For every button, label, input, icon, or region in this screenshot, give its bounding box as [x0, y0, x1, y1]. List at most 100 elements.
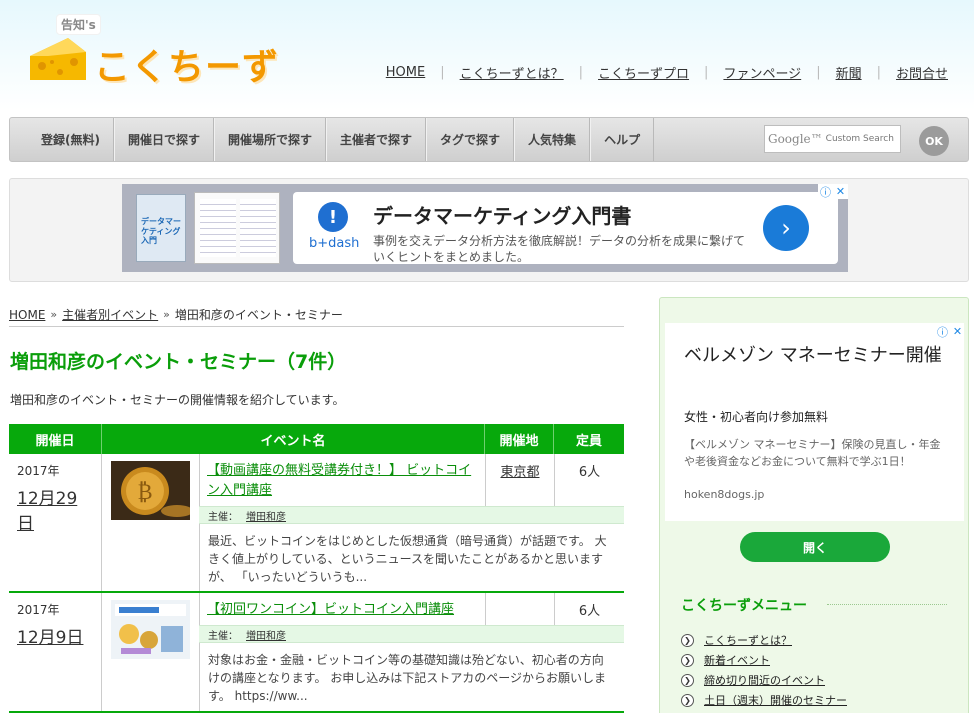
ad-choices[interactable]: ⓘ ✕ — [935, 324, 965, 339]
top-ad-card: ! b+dash データマーケティング入門書 事例を交えデータ分析方法を徹底解説… — [293, 192, 838, 264]
event-year: 2017年 — [17, 464, 60, 478]
event-day-link[interactable]: 12月9日 — [17, 623, 93, 648]
chevron-right-icon[interactable]: › — [763, 205, 809, 251]
sidebar-menu-item[interactable]: ❯ こくちーずとは？ — [681, 630, 847, 650]
event-title-link[interactable]: 【初回ワンコイン】ビットコイン入門講座 — [207, 600, 477, 620]
sidebar-ad-text: 【ベルメゾン マネーセミナー】保険の見直し・年金や老後資金などお金について無料で… — [684, 438, 941, 469]
book-cover-image: データマーケティング入門 — [136, 194, 186, 262]
event-main: ₿ 【動画講座の無料受講券付き！】 ビットコイン入門講座 東京都 6人 主催： … — [102, 454, 624, 591]
event-description: 最近、ビットコインをはじめとした仮想通貨（暗号通貨）が話題です。 大きく値上がり… — [208, 534, 607, 584]
ad-choices[interactable]: ⓘ ✕ — [818, 184, 848, 199]
logo-tagline: 告知's — [56, 14, 101, 35]
organizer-link[interactable]: 増田和彦 — [246, 508, 286, 523]
bitcoin-thumbnail-image[interactable]: ₿ — [111, 461, 190, 520]
page-intro: 増田和彦のイベント・セミナーの開催情報を紹介しています。 — [10, 393, 345, 407]
event-year: 2017年 — [17, 603, 60, 617]
nav-about[interactable]: こくちーずとは？ — [460, 63, 564, 82]
events-table: 開催日 イベント名 開催地 定員 2017年 12月29日 ₿ 【動画講座の無料… — [9, 424, 624, 713]
top-ad-banner[interactable]: データマーケティング入門 ! b+dash データマーケティング入門書 事例を交… — [122, 184, 848, 272]
table-row: 2017年 12月9日 【初回ワンコイン】ビットコイン入門講座 6人 主催： 増… — [9, 593, 624, 713]
table-row: 2017年 12月29日 ₿ 【動画講座の無料受講券付き！】 ビットコイン入門講… — [9, 454, 624, 593]
search-input[interactable]: Google™ Custom Search — [764, 125, 901, 153]
organizer-link[interactable]: 増田和彦 — [246, 627, 286, 642]
top-ad-title: データマーケティング入門書 — [373, 204, 632, 228]
event-place-link[interactable] — [485, 593, 554, 625]
top-nav: HOME | こくちーずとは？ | こくちーずプロ | ファンページ | 新聞 | お問合… — [385, 63, 948, 82]
breadcrumb-home[interactable]: HOME — [9, 308, 45, 322]
sidebar-menu-title: こくちーずメニュー — [681, 598, 807, 614]
chevron-right-icon: ❯ — [681, 673, 694, 687]
search-brand: Google™ — [768, 132, 823, 146]
sidebar-menu-label: 締め切り間近のイベント — [704, 674, 825, 687]
dotted-divider — [827, 604, 947, 605]
sidebar-menu-label: 土日（週末）開催のセミナー — [704, 694, 847, 707]
event-capacity: 6人 — [554, 593, 624, 625]
breadcrumb: HOME » 主催者別イベント » 増田和彦のイベント・セミナー — [9, 306, 343, 323]
sidebar-menu-item[interactable]: ❯ 締め切り間近のイベント — [681, 670, 847, 690]
main-menubar: 登録(無料) 開催日で探す 開催場所で探す 主催者で探す タグで探す 人気特集 … — [9, 117, 969, 162]
bitcoin-intro-thumbnail-image[interactable] — [111, 600, 190, 659]
close-icon[interactable]: ✕ — [950, 324, 965, 339]
header-date: 開催日 — [9, 424, 102, 454]
menu-by-organizer[interactable]: 主催者で探す — [326, 118, 427, 161]
sidebar-ad-subtitle: 女性・初心者向け参加無料 — [684, 410, 829, 424]
sidebar-ad-domain: hoken8dogs.jp — [684, 488, 765, 501]
double-chevron-icon: » — [50, 308, 58, 321]
sidebar-ad[interactable]: ⓘ ✕ ベルメゾン マネーセミナー開催 女性・初心者向け参加無料 【ベルメゾン … — [665, 323, 964, 521]
event-date: 2017年 12月9日 — [9, 593, 102, 711]
organizer-label: 主催： — [208, 630, 238, 642]
top-ad-container: データマーケティング入門 ! b+dash データマーケティング入門書 事例を交… — [9, 178, 969, 282]
page-title: 増田和彦のイベント・セミナー（7件） — [10, 351, 347, 373]
open-ad-button[interactable]: 開く — [740, 532, 890, 562]
adchoices-info-icon[interactable]: ⓘ — [818, 184, 833, 199]
nav-pro[interactable]: こくちーずプロ — [598, 63, 689, 82]
chevron-right-icon: ❯ — [681, 653, 694, 667]
svg-text:₿: ₿ — [137, 480, 152, 505]
top-ad-desc: 事例を交えデータ分析方法を徹底解説！データの分析を成果に繋げていくヒントをまとめ… — [373, 234, 746, 264]
sidebar-menu-label: こくちーずとは？ — [704, 634, 792, 647]
menu-by-date[interactable]: 開催日で探す — [113, 118, 214, 161]
event-main: 【初回ワンコイン】ビットコイン入門講座 6人 主催： 増田和彦 対象はお金・金融… — [102, 593, 624, 711]
cheese-icon — [30, 38, 86, 80]
sidebar-ad-title: ベルメゾン マネーセミナー開催 — [684, 345, 942, 366]
adchoices-info-icon[interactable]: ⓘ — [935, 324, 950, 339]
menu-help[interactable]: ヘルプ — [590, 118, 655, 161]
menu-by-place[interactable]: 開催場所で探す — [214, 118, 327, 161]
divider — [9, 326, 624, 327]
event-place-link[interactable]: 東京都 — [485, 454, 554, 506]
ad-brand: b+dash — [309, 236, 360, 251]
menu-register[interactable]: 登録(無料) — [10, 118, 114, 161]
sidebar-menu-item[interactable]: ❯ 土日（週末）開催のセミナー — [681, 690, 847, 710]
organizer-label: 主催： — [208, 511, 238, 523]
double-chevron-icon: » — [163, 308, 170, 321]
event-capacity: 6人 — [554, 454, 624, 506]
event-description: 対象はお金・金融・ビットコイン等の基礎知識は殆どない、初心者の方向けの講座となり… — [208, 653, 607, 703]
menu-featured[interactable]: 人気特集 — [514, 118, 591, 161]
table-header: 開催日 イベント名 開催地 定員 — [9, 424, 624, 454]
event-day-link[interactable]: 12月29日 — [17, 484, 93, 534]
event-organizer: 主催： 増田和彦 — [199, 506, 624, 524]
chevron-right-icon: ❯ — [681, 693, 694, 707]
close-icon[interactable]: ✕ — [833, 184, 848, 199]
event-title-link[interactable]: 【動画講座の無料受講券付き！】 ビットコイン入門講座 — [207, 461, 477, 500]
nav-home[interactable]: HOME — [386, 65, 425, 80]
nav-news[interactable]: 新聞 — [836, 63, 862, 82]
sidebar-menu-item[interactable]: ❯ 新着イベント — [681, 650, 847, 670]
nav-fanpage[interactable]: ファンページ — [723, 63, 801, 82]
bdash-logo: ! b+dash — [309, 202, 360, 251]
site-logo[interactable]: 告知's こくちーず — [28, 12, 318, 88]
book-pages-image — [194, 192, 280, 264]
breadcrumb-current: 増田和彦のイベント・セミナー — [174, 308, 343, 322]
chevron-right-icon: ❯ — [681, 633, 694, 647]
menu-by-tag[interactable]: タグで探す — [426, 118, 515, 161]
sidebar-menu-label: 新着イベント — [704, 654, 770, 667]
nav-contact[interactable]: お問合せ — [896, 63, 948, 82]
breadcrumb-organizer-events[interactable]: 主催者別イベント — [62, 306, 158, 323]
event-date: 2017年 12月29日 — [9, 454, 102, 591]
sidebar: ⓘ ✕ ベルメゾン マネーセミナー開催 女性・初心者向け参加無料 【ベルメゾン … — [659, 297, 969, 713]
search-ok-button[interactable]: OK — [919, 126, 949, 156]
header-event-name: イベント名 — [102, 424, 485, 454]
book-cover-title: データマーケティング入門 — [141, 217, 181, 246]
event-organizer: 主催： 増田和彦 — [199, 625, 624, 643]
header-capacity: 定員 — [575, 433, 602, 449]
